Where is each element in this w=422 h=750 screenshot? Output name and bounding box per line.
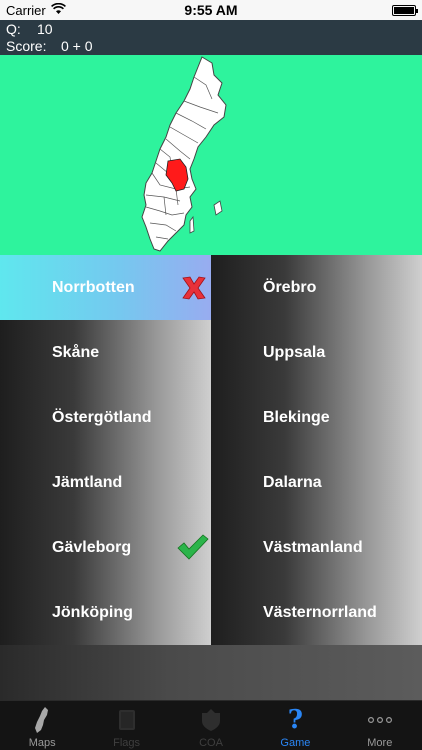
tab-label: Game <box>280 737 311 749</box>
tab-coa[interactable]: COA <box>169 701 253 750</box>
answer-label: Skåne <box>52 344 100 361</box>
answer-option-skane[interactable]: Skåne <box>0 320 211 385</box>
answer-option-ostergotland[interactable]: Östergötland <box>0 385 211 450</box>
correct-checkmark-icon <box>177 533 209 566</box>
answer-label: Uppsala <box>263 344 326 361</box>
answer-label: Jönköping <box>52 604 133 621</box>
gotland-island <box>213 200 223 216</box>
more-dots-icon <box>338 705 422 735</box>
tab-maps[interactable]: Maps <box>0 701 84 750</box>
answer-label: Blekinge <box>263 409 330 426</box>
quiz-info-header: Q: 10 Score: 0 + 0 <box>0 20 422 55</box>
oland-island <box>189 215 195 234</box>
answer-option-jamtland[interactable]: Jämtland <box>0 450 211 515</box>
question-value: 10 <box>37 21 53 37</box>
tab-more[interactable]: More <box>338 701 422 750</box>
tab-flags[interactable]: Flags <box>84 701 168 750</box>
wrong-x-icon <box>181 275 207 306</box>
answer-label: Norrbotten <box>52 279 135 296</box>
sweden-map <box>141 56 227 252</box>
answer-option-blekinge[interactable]: Blekinge <box>211 385 422 450</box>
answer-label: Västernorrland <box>263 604 377 621</box>
flag-icon <box>84 705 168 735</box>
answer-option-norrbotten[interactable]: Norrbotten <box>0 255 211 320</box>
tab-label: More <box>367 737 393 749</box>
score-value: 0 + 0 <box>61 38 93 54</box>
score-label: Score: <box>6 38 47 54</box>
answer-label: Dalarna <box>263 474 322 491</box>
question-counter: Q: 10 <box>6 21 53 38</box>
tab-label: COA <box>199 737 223 749</box>
question-label: Q: <box>6 21 21 37</box>
tab-label: Maps <box>28 737 56 749</box>
tab-game[interactable]: ? Game <box>253 701 337 750</box>
answer-label: Örebro <box>263 279 317 296</box>
answer-option-orebro[interactable]: Örebro <box>211 255 422 320</box>
status-bar: Carrier 9:55 AM <box>0 0 422 20</box>
answer-option-dalarna[interactable]: Dalarna <box>211 450 422 515</box>
tab-label: Flags <box>113 737 141 749</box>
clock: 9:55 AM <box>184 2 238 18</box>
answer-option-gavleborg[interactable]: Gävleborg <box>0 515 211 580</box>
map-area <box>0 55 422 255</box>
answer-label: Östergötland <box>52 409 152 426</box>
answer-label: Västmanland <box>263 539 363 556</box>
bottom-filler <box>0 645 422 700</box>
answer-label: Jämtland <box>52 474 123 491</box>
question-mark-icon: ? <box>287 705 303 735</box>
answer-grid: Norrbotten Skåne Östergötland Jämtland G… <box>0 255 422 645</box>
coat-of-arms-icon <box>169 705 253 735</box>
answer-label: Gävleborg <box>52 539 132 556</box>
answer-option-jonkoping[interactable]: Jönköping <box>0 580 211 645</box>
answer-option-vastmanland[interactable]: Västmanland <box>211 515 422 580</box>
sweden-map-icon <box>0 705 84 735</box>
answer-option-uppsala[interactable]: Uppsala <box>211 320 422 385</box>
tab-bar: Maps Flags COA ? Game More <box>0 700 422 750</box>
score-display: Score: 0 + 0 <box>6 38 93 55</box>
battery-icon <box>392 5 418 16</box>
answer-option-vasternorrland[interactable]: Västernorrland <box>211 580 422 645</box>
